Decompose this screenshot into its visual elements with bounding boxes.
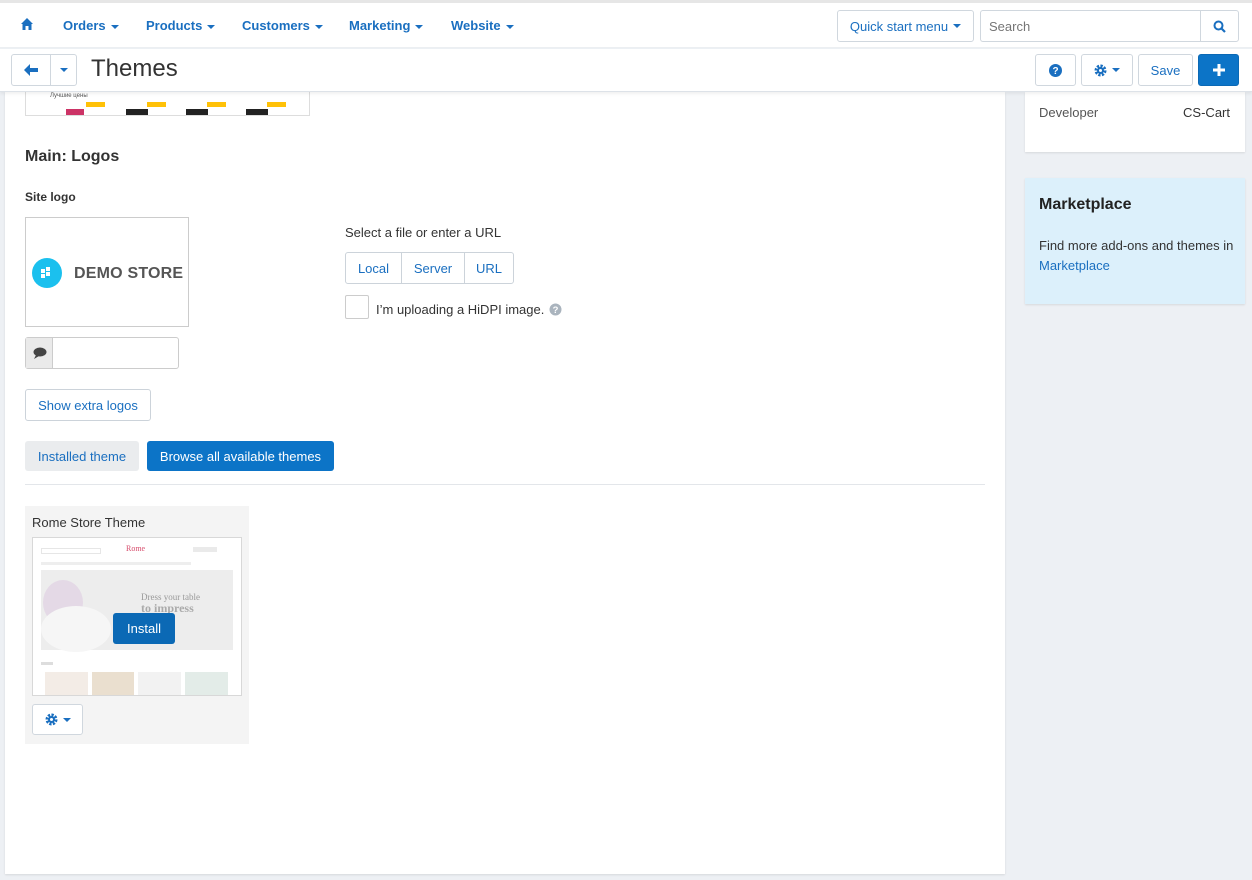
section-title: Main: Logos xyxy=(25,148,120,165)
chevron-down-icon xyxy=(110,24,119,29)
search-button[interactable] xyxy=(1200,10,1239,42)
nav-products-label: Products xyxy=(146,18,203,33)
nav-products[interactable]: Products xyxy=(146,18,216,33)
add-button[interactable] xyxy=(1198,54,1239,86)
store-logo-icon xyxy=(32,258,62,288)
marketplace-panel: Marketplace Find more add-ons and themes… xyxy=(1025,178,1245,304)
nav-customers-label: Customers xyxy=(242,18,310,33)
logo-text: DEMO STORE xyxy=(74,265,184,282)
marketplace-description: Find more add-ons and themes in xyxy=(1039,238,1234,253)
hidpi-checkbox[interactable] xyxy=(345,295,369,319)
chevron-down-icon xyxy=(59,68,68,72)
marketplace-link[interactable]: Marketplace xyxy=(1039,258,1110,273)
source-server-button[interactable]: Server xyxy=(402,253,465,283)
home-icon[interactable] xyxy=(21,18,33,30)
shot-brand: Rome xyxy=(126,544,146,553)
file-select-prompt: Select a file or enter a URL xyxy=(345,225,502,240)
theme-info-panel: Developer CS-Cart xyxy=(1025,92,1245,152)
main-content: Лучшие цены Main: Logos Site logo DEMO S… xyxy=(5,92,1005,874)
help-button[interactable]: ? xyxy=(1035,54,1076,86)
gear-icon xyxy=(45,713,57,726)
gear-icon xyxy=(1094,64,1107,76)
preview-caption: Лучшие цены xyxy=(50,93,88,99)
top-navbar: Orders Products Customers Marketing Webs… xyxy=(0,0,1252,48)
save-button[interactable]: Save xyxy=(1138,54,1193,86)
back-history-dropdown[interactable] xyxy=(50,54,77,86)
chevron-down-icon xyxy=(207,24,216,29)
install-button[interactable]: Install xyxy=(113,613,175,644)
logo-alt-text-input[interactable] xyxy=(54,338,178,368)
question-icon: ? xyxy=(1049,63,1062,77)
page-title: Themes xyxy=(91,55,178,82)
site-logo-preview: DEMO STORE xyxy=(25,217,189,327)
divider xyxy=(25,484,985,485)
arrow-left-icon xyxy=(24,64,38,76)
source-url-button[interactable]: URL xyxy=(465,253,513,283)
nav-marketing[interactable]: Marketing xyxy=(349,18,424,33)
quick-start-menu-button[interactable]: Quick start menu xyxy=(837,10,974,42)
settings-dropdown-button[interactable] xyxy=(1081,54,1133,86)
source-local-button[interactable]: Local xyxy=(346,253,402,283)
theme-card: Rome Store Theme Rome Dress your table t… xyxy=(25,506,249,744)
developer-label: Developer xyxy=(1039,105,1099,120)
theme-style-preview: Лучшие цены xyxy=(25,92,310,116)
nav-orders-label: Orders xyxy=(63,18,106,33)
chevron-down-icon xyxy=(415,24,424,29)
tab-installed-theme[interactable]: Installed theme xyxy=(25,441,139,471)
back-button[interactable] xyxy=(11,54,51,86)
marketplace-title: Marketplace xyxy=(1039,196,1132,213)
help-tooltip-icon[interactable]: ? xyxy=(549,303,562,316)
developer-value: CS-Cart xyxy=(1183,105,1230,120)
svg-text:?: ? xyxy=(553,305,559,316)
site-logo-label: Site logo xyxy=(25,190,76,204)
hidpi-label: I’m uploading a HiDPI image. xyxy=(376,302,545,317)
theme-settings-dropdown[interactable] xyxy=(32,704,83,735)
comment-icon xyxy=(26,338,53,368)
show-extra-logos-button[interactable]: Show extra logos xyxy=(25,389,151,421)
quick-start-label: Quick start menu xyxy=(849,18,949,34)
chevron-down-icon xyxy=(1112,68,1120,72)
theme-name: Rome Store Theme xyxy=(32,515,146,530)
file-source-group: Local Server URL xyxy=(345,252,514,284)
chevron-down-icon xyxy=(953,24,962,28)
search-input[interactable] xyxy=(980,10,1201,42)
chevron-down-icon xyxy=(505,24,514,29)
search-icon xyxy=(1213,20,1226,33)
marketplace-text: Find more add-ons and themes in Marketpl… xyxy=(1039,236,1234,276)
chevron-down-icon xyxy=(314,24,323,29)
tab-browse-themes[interactable]: Browse all available themes xyxy=(147,441,334,471)
plus-icon xyxy=(1212,64,1225,76)
chevron-down-icon xyxy=(62,717,71,722)
nav-website-label: Website xyxy=(451,18,501,33)
svg-text:?: ? xyxy=(1052,66,1058,77)
page-header: Themes ? Save xyxy=(0,49,1252,92)
nav-orders[interactable]: Orders xyxy=(63,18,119,33)
nav-marketing-label: Marketing xyxy=(349,18,411,33)
nav-website[interactable]: Website xyxy=(451,18,514,33)
logo-alt-text-group xyxy=(25,337,179,369)
nav-customers[interactable]: Customers xyxy=(242,18,323,33)
